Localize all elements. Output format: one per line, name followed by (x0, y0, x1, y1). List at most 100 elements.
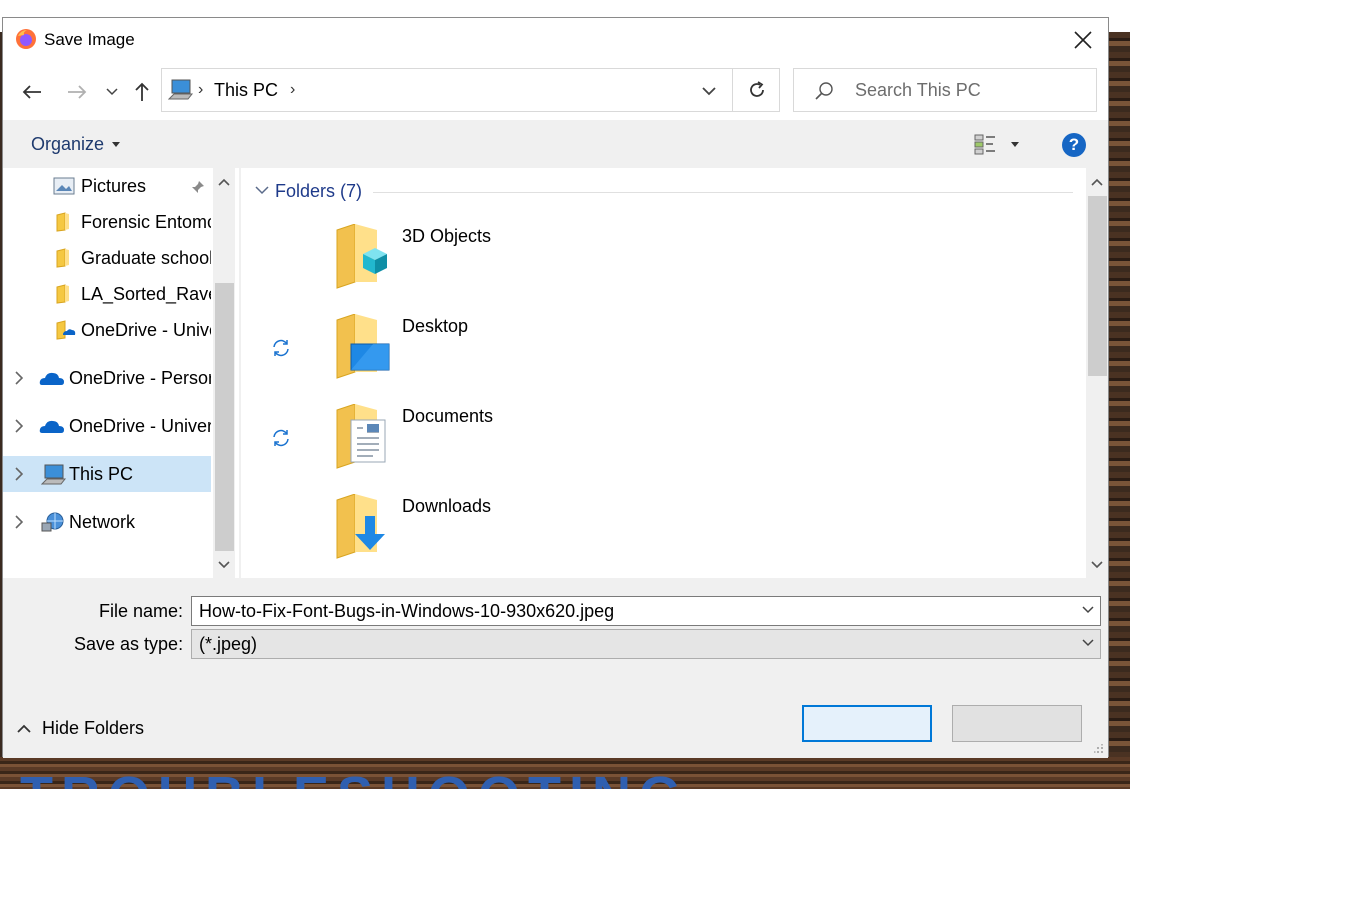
desktop-folder-icon (336, 314, 390, 379)
breadcrumb-separator-icon[interactable]: › (198, 81, 203, 99)
forward-arrow-icon (68, 85, 87, 99)
search-input[interactable]: Search This PC (793, 68, 1097, 112)
folder-label: Desktop (402, 316, 469, 336)
scroll-down-icon[interactable] (1091, 561, 1103, 569)
folder-icon (56, 212, 69, 232)
sidebar-item-graduate-school[interactable]: Graduate school (3, 240, 211, 276)
sidebar-item-forensic[interactable]: Forensic Entomc (3, 204, 211, 240)
scrollbar-thumb[interactable] (1088, 196, 1107, 376)
folder-label: 3D Objects (402, 226, 492, 246)
pictures-icon (53, 177, 75, 195)
sidebar-item-onedrive-university-folder[interactable]: OneDrive - Unive (3, 312, 211, 348)
background-page-edge (1108, 32, 1130, 789)
documents-folder-icon (336, 404, 386, 469)
resize-grip-icon[interactable] (1094, 744, 1104, 754)
scroll-up-icon[interactable] (1091, 178, 1103, 186)
change-view-icon[interactable] (973, 133, 997, 157)
address-dropdown-icon[interactable] (697, 79, 721, 103)
sidebar-item-network[interactable]: Network (3, 504, 211, 540)
folder-item-documents[interactable]: Documents (241, 404, 841, 484)
sidebar-item-label: Pictures (81, 176, 147, 196)
chevron-right-icon[interactable] (15, 371, 23, 385)
save-button[interactable] (802, 705, 932, 742)
folder-item-desktop[interactable]: Desktop (241, 314, 841, 394)
chevron-right-icon[interactable] (15, 515, 23, 529)
sidebar-item-label: OneDrive - Unive (81, 320, 211, 340)
sidebar-item-pictures[interactable]: Pictures (3, 168, 211, 204)
folder-label: Downloads (402, 496, 492, 516)
computer-icon (168, 79, 194, 100)
chevron-down-icon[interactable] (1082, 606, 1094, 614)
command-bar: Organize ? (3, 120, 1108, 168)
sidebar-item-label: Graduate school (81, 248, 211, 268)
refresh-icon (750, 81, 764, 97)
file-list-scrollbar[interactable] (1086, 168, 1108, 578)
chevron-up-icon (17, 724, 31, 733)
group-header[interactable]: Folders (7) (275, 181, 362, 202)
help-button[interactable]: ? (1062, 133, 1086, 157)
firefox-icon (16, 29, 36, 49)
up-button[interactable] (129, 79, 155, 105)
back-button[interactable] (19, 79, 45, 105)
scroll-down-icon[interactable] (218, 561, 230, 569)
scrollbar-thumb[interactable] (215, 283, 234, 551)
chevron-down-icon (106, 88, 118, 96)
sync-icon (273, 429, 289, 447)
up-arrow-icon (135, 82, 149, 101)
folder-icon (56, 284, 69, 304)
computer-icon (41, 464, 67, 485)
sync-icon (273, 339, 289, 357)
sidebar-item-this-pc[interactable]: This PC (3, 456, 211, 492)
breadcrumb-this-pc[interactable]: This PC (214, 80, 278, 101)
filename-field[interactable]: How-to-Fix-Font-Bugs-in-Windows-10-930x6… (191, 596, 1101, 626)
filename-value[interactable]: How-to-Fix-Font-Bugs-in-Windows-10-930x6… (199, 601, 614, 622)
breadcrumb-separator-icon[interactable]: › (290, 81, 295, 99)
cancel-button[interactable] (952, 705, 1082, 742)
navigation-pane: Pictures Forensic Entomc Graduate school… (3, 168, 239, 578)
onedrive-cloud-icon (39, 420, 64, 433)
pin-icon[interactable] (191, 180, 205, 194)
search-placeholder: Search This PC (855, 80, 981, 100)
scroll-up-icon[interactable] (218, 178, 230, 186)
folder-item-3d-objects[interactable]: 3D Objects (241, 224, 841, 304)
sidebar-item-label: Forensic Entomc (81, 212, 211, 232)
close-button[interactable] (1058, 18, 1108, 62)
recent-locations-button[interactable] (99, 79, 125, 105)
file-list-pane: Folders (7) 3D Objects Desktop Documents… (241, 168, 1108, 578)
sidebar-item-label: This PC (69, 464, 134, 484)
collapse-group-icon[interactable] (255, 185, 269, 195)
address-row: › This PC › Search This PC (3, 64, 1108, 120)
3d-objects-folder-icon (336, 224, 387, 289)
caret-down-icon[interactable] (111, 142, 121, 148)
onedrive-cloud-icon (39, 372, 64, 385)
downloads-folder-icon (336, 494, 385, 559)
sidebar-item-la-sorted[interactable]: LA_Sorted_Rave (3, 276, 211, 312)
dialog-title: Save Image (44, 30, 135, 49)
view-options-caret-icon[interactable] (1010, 142, 1020, 148)
save-as-type-value: (*.jpeg) (199, 634, 258, 654)
search-icon (815, 82, 833, 100)
address-bar[interactable]: › This PC › (161, 68, 780, 112)
refresh-button[interactable] (732, 69, 781, 111)
save-as-type-select[interactable]: (*.jpeg) (191, 629, 1101, 659)
folder-icon (56, 248, 69, 268)
sidebar-item-onedrive-personal[interactable]: OneDrive - Persor (3, 360, 211, 396)
folder-label: Documents (402, 406, 494, 426)
chevron-down-icon[interactable] (1082, 639, 1094, 647)
chevron-right-icon[interactable] (15, 467, 23, 481)
onedrive-folder-icon (56, 320, 76, 340)
save-options-panel: File name: How-to-Fix-Font-Bugs-in-Windo… (3, 578, 1108, 758)
forward-button[interactable] (64, 79, 90, 105)
organize-button[interactable]: Organize (31, 134, 104, 155)
navigation-scrollbar[interactable] (213, 168, 235, 578)
background-banner: TROUBLESHOOTING (0, 757, 1130, 789)
sidebar-item-onedrive-university[interactable]: OneDrive - Univer (3, 408, 211, 444)
save-as-type-label: Save as type: (74, 634, 184, 654)
folder-item-downloads[interactable]: Downloads (241, 494, 841, 574)
title-bar: Save Image (3, 18, 1108, 64)
chevron-right-icon[interactable] (15, 419, 23, 433)
sidebar-item-label: OneDrive - Persor (69, 368, 211, 388)
close-icon (1074, 31, 1092, 49)
sidebar-item-label: OneDrive - Univer (69, 416, 211, 436)
background-banner-text: TROUBLESHOOTING (20, 765, 689, 789)
